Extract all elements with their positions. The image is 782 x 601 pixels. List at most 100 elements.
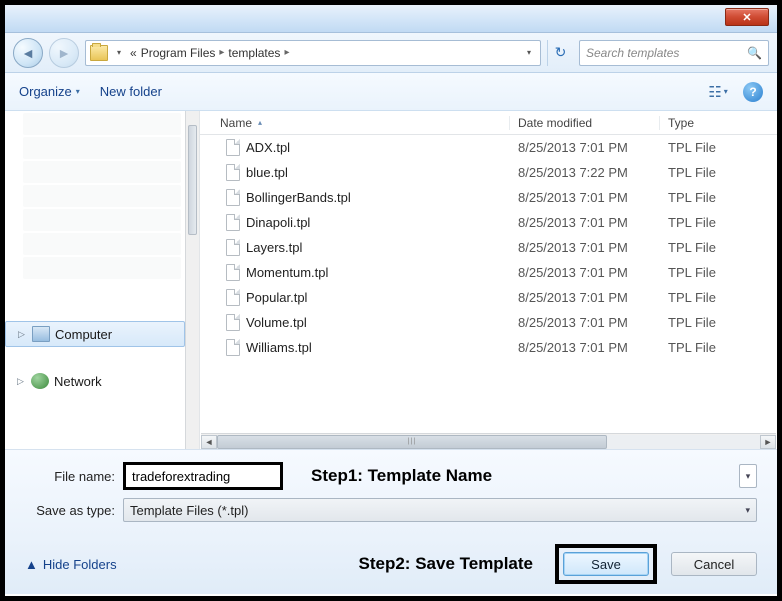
file-type: TPL File: [660, 140, 777, 155]
file-name: Volume.tpl: [246, 315, 307, 330]
main-area: ▷ Computer ▷ Network Name ▴ Date modifie…: [5, 111, 777, 449]
scrollbar-thumb[interactable]: |||: [217, 435, 607, 449]
crumb-dropdown-icon[interactable]: ▾: [522, 48, 536, 57]
chevron-down-icon: ▾: [745, 505, 750, 516]
sidebar-item-network[interactable]: ▷ Network: [5, 369, 185, 393]
column-header-type[interactable]: Type: [660, 116, 777, 130]
file-type: TPL File: [660, 240, 777, 255]
refresh-button[interactable]: ↻: [547, 40, 573, 66]
help-icon: ?: [749, 85, 756, 99]
sidebar-item-computer[interactable]: ▷ Computer: [5, 321, 185, 347]
file-row[interactable]: Williams.tpl 8/25/2013 7:01 PMTPL File: [200, 335, 777, 360]
save-highlight-box: Save: [555, 544, 657, 584]
close-icon: ✕: [742, 11, 751, 24]
crumb-program-files[interactable]: Program Files: [141, 46, 216, 60]
history-dropdown-icon[interactable]: ▾: [112, 48, 126, 57]
file-row[interactable]: Layers.tpl8/25/2013 7:01 PMTPL File: [200, 235, 777, 260]
sort-asc-icon: ▴: [258, 118, 262, 127]
folder-icon: [90, 45, 108, 61]
file-name: Dinapoli.tpl: [246, 215, 310, 230]
breadcrumb[interactable]: ▾ « Program Files ▸ templates ▸ ▾: [85, 40, 541, 66]
chevron-right-icon[interactable]: ▸: [219, 47, 224, 58]
column-header-name[interactable]: Name ▴: [200, 116, 510, 130]
expand-icon[interactable]: ▷: [16, 329, 27, 340]
scroll-right-button[interactable]: ►: [760, 435, 776, 449]
forward-icon: ►: [57, 45, 71, 61]
saveas-value: Template Files (*.tpl): [130, 503, 248, 518]
file-type: TPL File: [660, 315, 777, 330]
file-date: 8/25/2013 7:01 PM: [510, 240, 660, 255]
file-name: ADX.tpl: [246, 140, 290, 155]
filename-label: File name:: [25, 469, 123, 484]
file-type: TPL File: [660, 265, 777, 280]
hide-folders-button[interactable]: ▲ Hide Folders: [25, 557, 117, 572]
file-type: TPL File: [660, 190, 777, 205]
file-row[interactable]: Popular.tpl8/25/2013 7:01 PMTPL File: [200, 285, 777, 310]
file-type: TPL File: [660, 290, 777, 305]
file-pane: Name ▴ Date modified Type ADX.tpl 8/25/20…: [200, 111, 777, 449]
file-name: Williams.tpl: [246, 340, 312, 355]
file-name: Momentum.tpl: [246, 265, 328, 280]
column-header-date[interactable]: Date modified: [510, 116, 660, 130]
file-icon: [226, 264, 240, 281]
crumb-templates[interactable]: templates: [228, 46, 280, 60]
file-type: TPL File: [660, 340, 777, 355]
scroll-left-button[interactable]: ◄: [201, 435, 217, 449]
back-button[interactable]: ◄: [13, 38, 43, 68]
save-button[interactable]: Save: [563, 552, 649, 576]
toolbar: Organize ▾ New folder ☷ ▾ ?: [5, 73, 777, 111]
horizontal-scrollbar[interactable]: ◄ ||| ►: [201, 433, 776, 449]
file-type: TPL File: [660, 165, 777, 180]
computer-icon: [32, 326, 50, 342]
sidebar-item-placeholder: [23, 257, 181, 279]
chevron-right-icon[interactable]: ▸: [284, 47, 289, 58]
filename-dropdown[interactable]: ▾: [739, 464, 757, 488]
sidebar-item-placeholder: [23, 137, 181, 159]
view-options-button[interactable]: ☷ ▾: [707, 81, 729, 103]
expand-icon[interactable]: ▷: [15, 376, 26, 387]
sidebar-item-placeholder: [23, 113, 181, 135]
filename-input[interactable]: [126, 465, 280, 487]
file-row[interactable]: Momentum.tpl 8/25/2013 7:01 PMTPL File: [200, 260, 777, 285]
collapse-icon: ▲: [25, 557, 38, 572]
file-row[interactable]: Dinapoli.tpl8/25/2013 7:01 PMTPL File: [200, 210, 777, 235]
file-type: TPL File: [660, 215, 777, 230]
sidebar-item-placeholder: [23, 185, 181, 207]
file-icon: [226, 239, 240, 256]
cancel-button[interactable]: Cancel: [671, 552, 757, 576]
file-row[interactable]: blue.tpl8/25/2013 7:22 PMTPL File: [200, 160, 777, 185]
file-date: 8/25/2013 7:01 PM: [510, 140, 660, 155]
sidebar-item-label: Computer: [55, 327, 112, 342]
file-row[interactable]: ADX.tpl 8/25/2013 7:01 PMTPL File: [200, 135, 777, 160]
column-headers: Name ▴ Date modified Type: [200, 111, 777, 135]
file-icon: [226, 289, 240, 306]
new-folder-button[interactable]: New folder: [100, 84, 162, 99]
search-icon: 🔍: [747, 46, 762, 60]
file-icon: [226, 314, 240, 331]
scrollbar-track[interactable]: |||: [217, 435, 760, 449]
help-button[interactable]: ?: [743, 82, 763, 102]
refresh-icon: ↻: [555, 44, 567, 61]
filename-highlight-box: [123, 462, 283, 490]
close-button[interactable]: ✕: [725, 8, 769, 26]
forward-button[interactable]: ►: [49, 38, 79, 68]
sidebar-scrollbar[interactable]: [185, 111, 199, 449]
actions-bar: ▲ Hide Folders Step2: Save Template Save…: [5, 538, 777, 594]
scrollbar-thumb[interactable]: [188, 125, 197, 235]
step2-annotation: Step2: Save Template: [359, 554, 533, 574]
file-date: 8/25/2013 7:01 PM: [510, 340, 660, 355]
organize-label: Organize: [19, 84, 72, 99]
file-row[interactable]: BollingerBands.tpl8/25/2013 7:01 PMTPL F…: [200, 185, 777, 210]
file-row[interactable]: Volume.tpl8/25/2013 7:01 PMTPL File: [200, 310, 777, 335]
file-name: BollingerBands.tpl: [246, 190, 351, 205]
view-icon: ☷: [708, 83, 721, 101]
saveas-type-dropdown[interactable]: Template Files (*.tpl) ▾: [123, 498, 757, 522]
file-date: 8/25/2013 7:22 PM: [510, 165, 660, 180]
crumb-overflow[interactable]: «: [130, 46, 137, 60]
organize-menu[interactable]: Organize ▾: [19, 84, 80, 99]
file-icon: [226, 164, 240, 181]
title-bar: ✕: [5, 5, 777, 33]
search-input[interactable]: Search templates 🔍: [579, 40, 769, 66]
chevron-down-icon: ▾: [76, 87, 80, 96]
file-date: 8/25/2013 7:01 PM: [510, 265, 660, 280]
